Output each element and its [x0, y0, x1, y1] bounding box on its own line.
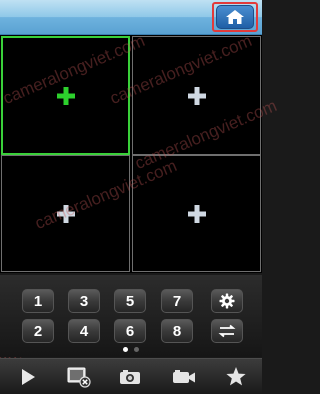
home-button[interactable]	[212, 2, 258, 32]
snapshot-button[interactable]	[110, 359, 150, 394]
channel-key-4[interactable]: 4	[68, 319, 100, 343]
video-cell-4[interactable]	[132, 155, 261, 272]
page-indicator	[0, 347, 262, 355]
record-button[interactable]	[164, 359, 204, 394]
plus-icon	[56, 86, 75, 105]
channel-key-3[interactable]: 3	[68, 289, 100, 313]
channel-keypad: 1 3 5 7 2 4 6 8	[0, 275, 262, 357]
play-icon	[22, 368, 35, 385]
plus-icon	[56, 204, 75, 223]
play-button[interactable]	[8, 359, 48, 394]
video-cell-3[interactable]	[1, 155, 130, 272]
plus-icon	[187, 204, 206, 223]
bottom-toolbar	[0, 358, 262, 394]
video-cell-2[interactable]	[132, 36, 261, 155]
plus-icon	[187, 86, 206, 105]
settings-button[interactable]	[211, 289, 243, 313]
page-dot-1[interactable]	[123, 347, 128, 352]
channel-key-8[interactable]: 8	[161, 319, 193, 343]
video-camera-icon	[173, 369, 195, 383]
stop-record-icon	[67, 367, 91, 388]
top-bar	[0, 0, 262, 35]
channel-key-1[interactable]: 1	[22, 289, 54, 313]
swap-arrows-icon	[218, 324, 236, 338]
stop-record-button[interactable]	[59, 359, 99, 394]
switch-button[interactable]	[211, 319, 243, 343]
channel-key-5[interactable]: 5	[114, 289, 146, 313]
channel-key-6[interactable]: 6	[114, 319, 146, 343]
video-grid	[0, 35, 262, 273]
gear-icon	[219, 293, 235, 309]
page-dot-2[interactable]	[134, 347, 139, 352]
home-icon	[216, 5, 254, 29]
star-icon	[226, 367, 246, 386]
channel-key-2[interactable]: 2	[22, 319, 54, 343]
channel-key-7[interactable]: 7	[161, 289, 193, 313]
favorites-button[interactable]	[216, 359, 256, 394]
video-cell-1[interactable]	[1, 36, 130, 155]
camera-icon	[120, 369, 140, 384]
